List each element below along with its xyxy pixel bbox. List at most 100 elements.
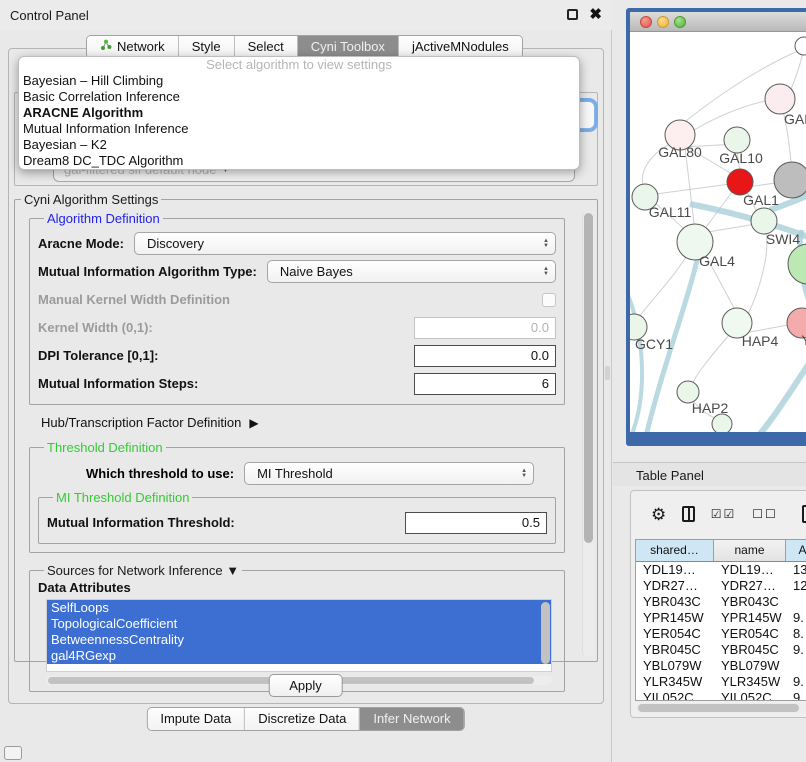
kernel-width-field[interactable]: 0.0 [414,317,556,339]
mi-type-row: Mutual Information Algorithm Type: Naive… [38,259,556,284]
table-cell: 9. [786,642,806,658]
tab-cyni-toolbox[interactable]: Cyni Toolbox [297,36,398,58]
table-cell [786,658,806,674]
apply-button[interactable]: Apply [268,674,343,697]
node[interactable] [788,244,806,284]
column-header[interactable]: shared… [636,540,714,561]
minimize-window-icon[interactable] [657,16,669,28]
algorithm-option[interactable]: Bayesian – Hill Climbing [19,73,579,89]
table-cell: 12 [786,578,806,594]
column-header[interactable]: A [786,540,806,561]
algorithm-option[interactable]: Dream8 DC_TDC Algorithm [19,153,579,169]
network-edge[interactable] [656,184,730,194]
node[interactable] [795,37,806,55]
column-header[interactable]: name [714,540,786,561]
screen: Control Panel ✖ NetworkStyleSelectCyni T… [0,0,806,762]
minimized-panel-icon[interactable] [4,746,22,760]
columns-icon[interactable] [682,506,694,522]
manual-kernel-checkbox[interactable] [542,293,556,307]
panel-splitter-handle[interactable] [605,366,610,380]
table-row[interactable]: YDR27…YDR27…12 [636,578,806,594]
attribute-item[interactable]: gal4RGexp [47,648,551,664]
algorithm-option[interactable]: Basic Correlation Inference [19,89,579,105]
table-row[interactable]: YLR345WYLR345W9. [636,674,806,690]
table-row[interactable]: YPR145WYPR145W9. [636,610,806,626]
network-edge[interactable] [750,325,788,332]
network-icon [100,39,112,54]
threshold-definition-group: Threshold Definition Which threshold to … [29,440,565,553]
table-hscrollbar[interactable] [636,703,806,713]
attribute-item[interactable]: TopologicalCoefficient [47,616,551,632]
dpi-tolerance-field[interactable]: 0.0 [414,345,556,367]
table-row[interactable]: YBR043CYBR043C [636,594,806,610]
attribute-item[interactable]: BetweennessCentrality [47,632,551,648]
network-edge[interactable] [708,224,756,232]
network-edge[interactable] [692,334,730,384]
table-row[interactable]: YBR045CYBR045C9. [636,642,806,658]
attribute-item[interactable]: SelfLoops [47,600,551,616]
table-cell: 13 [786,562,806,578]
algorithm-definition-legend: Algorithm Definition [44,211,163,226]
select-all-checkboxes-icon[interactable]: ☑☑ [711,507,737,521]
node[interactable] [712,414,732,432]
network-edge[interactable] [638,254,688,318]
algorithm-option[interactable]: Bayesian – K2 [19,137,579,153]
node-label: GAL4 [699,253,735,269]
tab-discretize-data[interactable]: Discretize Data [244,708,359,730]
settings-scrollbar[interactable] [582,211,594,657]
table-row[interactable]: YDL19…YDL19…13 [636,562,806,578]
tab-jactivemnodules[interactable]: jActiveMNodules [398,36,522,58]
table-row[interactable]: YIL052CYIL052C9 [636,690,806,701]
tab-network[interactable]: Network [87,36,178,58]
export-table-icon[interactable] [802,505,806,523]
tab-label: Network [117,39,165,54]
close-window-icon[interactable] [640,16,652,28]
mi-type-combo[interactable]: Naive Bayes ▲▼ [267,260,556,283]
aracne-mode-combo[interactable]: Discovery ▲▼ [134,232,556,255]
network-view-window[interactable]: GALGAL80GAL10GAL1GAL11SWI4GAL4GCY1HAP4YH… [626,8,806,446]
mi-threshold-field[interactable]: 0.5 [405,512,547,534]
float-panel-icon[interactable] [567,9,578,20]
algorithm-option[interactable]: ARACNE Algorithm [19,105,579,121]
table-panel-titlebar: Table Panel [613,462,806,486]
bottom-tabs: Impute Data Discretize DataInfer Network [146,707,464,731]
which-threshold-combo[interactable]: MI Threshold ▲▼ [244,462,534,485]
table-cell: YLR345W [714,674,786,690]
deselect-all-checkboxes-icon[interactable]: ☐☐ [752,507,778,521]
list-vscrollbar[interactable] [541,602,550,664]
sources-legend[interactable]: Sources for Network Inference ▼ [44,563,242,578]
table-header-row: shared…nameA [636,540,806,562]
algorithm-option[interactable]: Mutual Information Inference [19,121,579,137]
close-panel-icon[interactable]: ✖ [589,5,602,23]
mi-steps-label: Mutual Information Steps: [38,376,198,391]
network-edge[interactable] [756,362,806,432]
hub-definition-toggle[interactable]: Hub/Transcription Factor Definition ▶ [41,415,597,430]
node-gal[interactable] [765,84,795,114]
table-panel: ⚙ ☑☑ ☐☐ shared…nameA YDL19…YDL19…13YDR27… [630,490,806,718]
gear-icon[interactable]: ⚙ [651,506,666,523]
table-cell: YBL079W [636,658,714,674]
tab-impute-data[interactable]: Impute Data [147,708,244,730]
mi-steps-row: Mutual Information Steps: 6 [38,371,556,396]
table-cell: YER054C [636,626,714,642]
network-edge[interactable] [630,290,642,432]
table-row[interactable]: YBL079WYBL079W [636,658,806,674]
table-row[interactable]: YER054CYER054C8. [636,626,806,642]
table-cell: YLR345W [636,674,714,690]
table-cell: YBR045C [636,642,714,658]
threshold-definition-legend: Threshold Definition [44,440,166,455]
mi-steps-field[interactable]: 6 [414,373,556,395]
table-cell: 9. [786,674,806,690]
tab-select[interactable]: Select [234,36,297,58]
node-label: HAP4 [742,333,779,349]
algorithm-placeholder: Select algorithm to view settings [19,57,579,73]
tab-label: Impute Data [160,711,231,726]
network-edge[interactable] [748,232,767,314]
control-panel: Control Panel ✖ NetworkStyleSelectCyni T… [0,0,612,762]
network-canvas[interactable]: GALGAL80GAL10GAL1GAL11SWI4GAL4GCY1HAP4YH… [630,32,806,432]
tab-style[interactable]: Style [178,36,234,58]
network-edge[interactable] [694,100,770,130]
table-rows: YDL19…YDL19…13YDR27…YDR27…12YBR043CYBR04… [636,562,806,701]
tab-infer-network[interactable]: Infer Network [359,708,463,730]
zoom-window-icon[interactable] [674,16,686,28]
